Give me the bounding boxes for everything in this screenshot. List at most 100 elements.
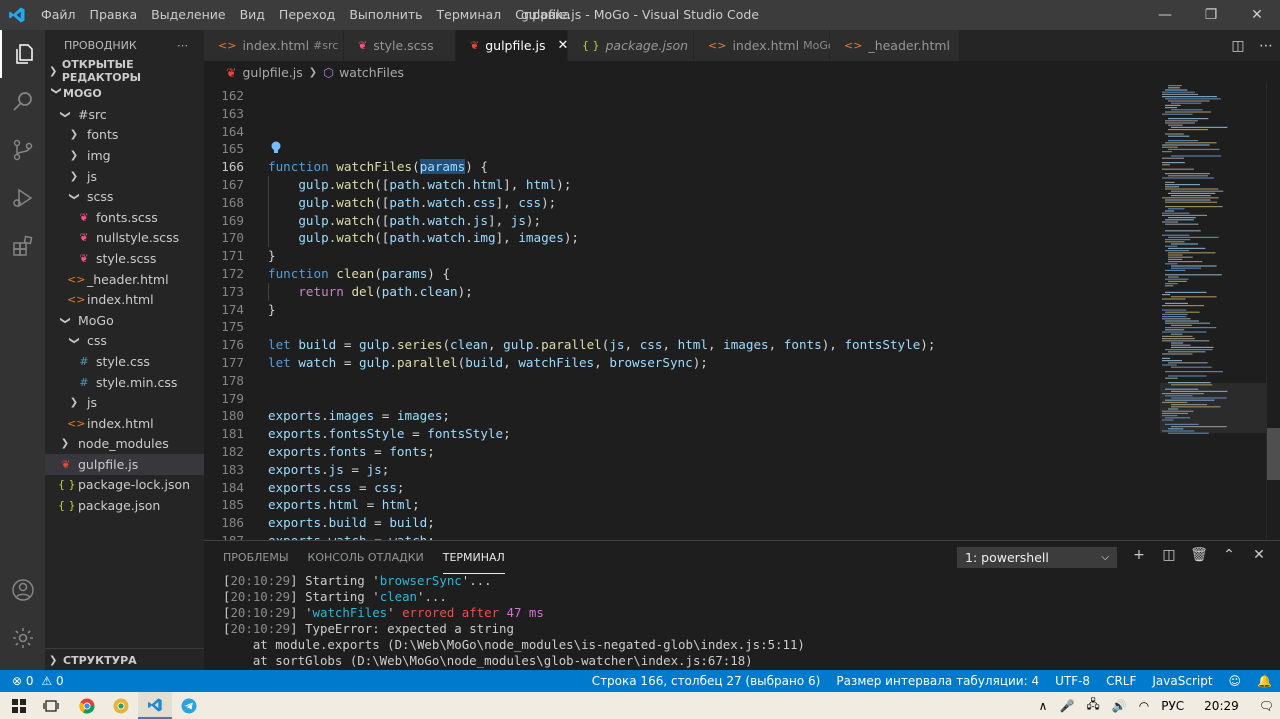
tree-item[interactable]: ❯ img [45, 145, 204, 166]
menu-file[interactable]: Файл [34, 0, 83, 30]
close-icon[interactable]: ✕ [1234, 0, 1280, 30]
tree-item[interactable]: <> index.html [45, 289, 204, 310]
clock[interactable]: 20:29 [1204, 699, 1239, 713]
notifications-bell-icon[interactable]: 🔔 [1257, 674, 1272, 688]
more-actions-icon[interactable]: ⋯ [1252, 38, 1280, 54]
indentation[interactable]: Размер интервала табуляции: 4 [836, 674, 1039, 688]
microphone-icon[interactable]: 🎤 [1059, 699, 1074, 713]
tree-item[interactable]: ❯ #src [45, 104, 204, 125]
tab-style-scss[interactable]: ❦ style.scss [344, 30, 456, 61]
search-icon[interactable] [0, 78, 45, 126]
maximize-icon[interactable]: ❐ [1188, 0, 1234, 30]
tree-item[interactable]: ❦ style.scss [45, 248, 204, 269]
minimize-icon[interactable]: — [1142, 0, 1188, 30]
json-file-icon: { } [582, 39, 600, 52]
tab-package-json[interactable]: { } package.json [568, 30, 694, 61]
network-icon[interactable]: 🖧 [1086, 695, 1099, 716]
project-section[interactable]: ❯ MOGO [45, 82, 204, 104]
language-mode[interactable]: JavaScript [1152, 674, 1212, 688]
code-token: ); [920, 337, 936, 353]
tree-item[interactable]: ❯ fonts [45, 125, 204, 146]
tab-index-html[interactable]: <> index.html MoGo [694, 30, 835, 61]
tab--header-html[interactable]: <> _header.html [830, 30, 960, 61]
breadcrumb-symbol[interactable]: watchFiles [339, 65, 404, 80]
cursor-position[interactable]: Строка 166, столбец 27 (выбрано 6) [592, 674, 821, 688]
source-control-icon[interactable] [0, 126, 45, 174]
more-actions-icon[interactable]: ⋯ [177, 39, 188, 52]
accounts-icon[interactable] [0, 566, 45, 614]
menu-view[interactable]: Вид [233, 0, 272, 30]
tree-item[interactable]: ❯ js [45, 392, 204, 413]
editor-scrollbar[interactable] [1266, 83, 1280, 540]
code-token: watch [336, 177, 375, 192]
code-line: 173 return del(path.clean); [204, 283, 1160, 301]
encoding[interactable]: UTF-8 [1055, 674, 1090, 688]
close-panel-icon[interactable]: ✕ [1244, 547, 1274, 563]
terminal-select[interactable]: 1: powershell ⌵ [957, 547, 1117, 568]
speaker-icon[interactable]: 🔊 [1112, 699, 1127, 713]
panel-tab[interactable]: ТЕРМИНАЛ [442, 541, 505, 574]
tree-item[interactable]: ❯ MoGo [45, 310, 204, 331]
tree-item[interactable]: ❯ js [45, 166, 204, 187]
panel-tab[interactable]: КОНСОЛЬ ОТЛАДКИ [308, 541, 424, 574]
code-token: path [389, 177, 420, 192]
outline-section[interactable]: ❯ СТРУКТУРА [45, 648, 204, 670]
tree-item[interactable]: { } package.json [45, 495, 204, 516]
tree-item[interactable]: { } package-lock.json [45, 475, 204, 496]
tree-item[interactable]: <> _header.html [45, 269, 204, 290]
code-line: 179 [204, 390, 1160, 408]
minimap-viewport[interactable] [1160, 383, 1266, 433]
tree-item[interactable]: ❦ fonts.scss [45, 207, 204, 228]
open-editors-section[interactable]: ❯ ОТКРЫТЫЕ РЕДАКТОРЫ [45, 58, 204, 84]
feedback-icon[interactable]: ☺ [1229, 674, 1242, 688]
tab-index-html[interactable]: <> index.html #src [204, 30, 344, 61]
menu-help[interactable]: Справка [508, 0, 577, 30]
tree-item[interactable]: <> index.html [45, 413, 204, 434]
hidden-icons-chevron-icon[interactable]: ∧ [1039, 699, 1048, 713]
split-editor-icon[interactable]: ◫ [1224, 38, 1252, 54]
tree-item[interactable]: # style.min.css [45, 372, 204, 393]
tree-item[interactable]: ❦ nullstyle.scss [45, 228, 204, 249]
task-view-icon[interactable] [34, 692, 68, 719]
minimap-line [1162, 313, 1188, 315]
trash-icon[interactable]: 🗑 [1184, 547, 1214, 563]
minimap[interactable] [1160, 83, 1266, 540]
settings-gear-icon[interactable] [0, 614, 45, 662]
code-line: 177 let watch = gulp.parallel(build, watc… [204, 354, 1160, 372]
input-language[interactable]: РУС [1161, 699, 1184, 713]
menu-run[interactable]: Выполнить [342, 0, 429, 30]
menu-terminal[interactable]: Терминал [430, 0, 509, 30]
tree-item[interactable]: # style.css [45, 351, 204, 372]
tree-item[interactable]: ❯ scss [45, 186, 204, 207]
notification-center-icon[interactable]: 🗨 [1259, 699, 1274, 713]
tree-item[interactable]: ❯ node_modules [45, 434, 204, 455]
tree-item[interactable]: ❦ gulpfile.js [45, 454, 204, 475]
code-editor[interactable]: 162 163 164 165 166 function watchFiles(param… [204, 83, 1160, 540]
telegram-icon[interactable] [172, 692, 206, 719]
menu-go[interactable]: Переход [272, 0, 342, 30]
minimap-line [1171, 155, 1222, 157]
menu-selection[interactable]: Выделение [144, 0, 232, 30]
tree-item[interactable]: ❯ css [45, 331, 204, 352]
close-tab-icon[interactable]: ✕ [557, 38, 568, 53]
terminal-output[interactable]: [20:10:29] Starting 'browserSync'... [20:… [223, 573, 805, 669]
windows-start-icon[interactable] [2, 692, 36, 719]
wifi-icon[interactable]: ◠ [1139, 699, 1149, 713]
extensions-icon[interactable] [0, 222, 45, 270]
run-debug-icon[interactable] [0, 174, 45, 222]
chrome-canary-icon[interactable] [104, 692, 138, 719]
panel-tab[interactable]: ПРОБЛЕМЫ [223, 541, 289, 574]
menu-edit[interactable]: Правка [83, 0, 145, 30]
split-terminal-icon[interactable]: ◫ [1154, 547, 1184, 563]
maximize-panel-icon[interactable]: ⌃ [1214, 547, 1244, 563]
end-of-line[interactable]: CRLF [1106, 674, 1136, 688]
problems-status[interactable]: ⊗ 0 ⚠ 0 [0, 674, 64, 688]
explorer-icon[interactable] [0, 30, 45, 78]
new-terminal-icon[interactable]: + [1124, 547, 1154, 563]
tab-gulpfile-js[interactable]: ❦ gulpfile.js ✕ [456, 30, 568, 61]
scrollbar-thumb[interactable] [1267, 428, 1280, 480]
breadcrumb-file[interactable]: gulpfile.js [242, 65, 302, 80]
vscode-taskbar-icon[interactable] [138, 692, 172, 719]
code-text: gulp.watch([path.watch.html], html); [268, 176, 571, 194]
chrome-icon[interactable] [70, 692, 104, 719]
